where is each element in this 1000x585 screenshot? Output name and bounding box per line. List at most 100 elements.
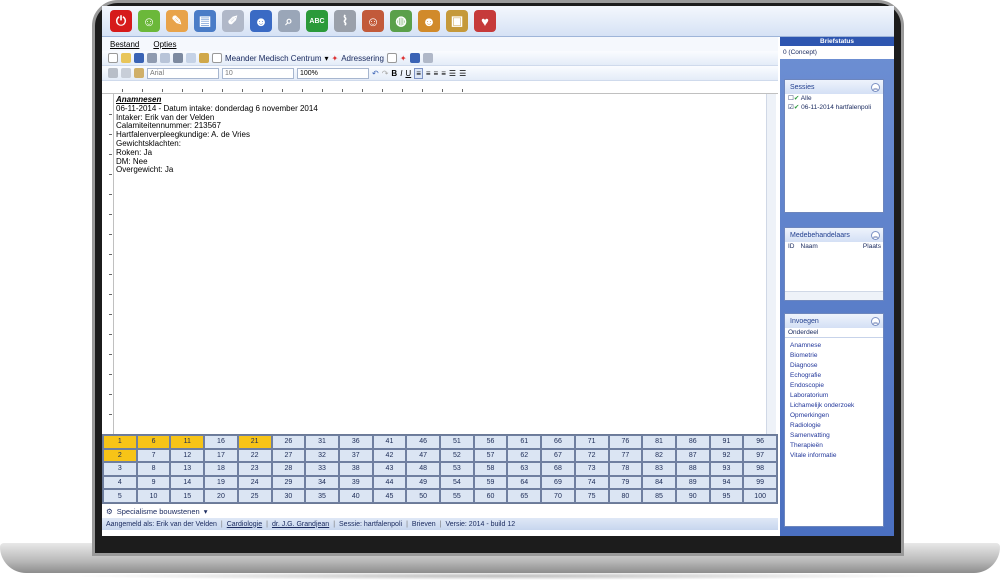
redo-icon[interactable]: ↷ <box>382 69 389 78</box>
group-icon[interactable]: ☻ <box>418 10 440 32</box>
grid-cell[interactable]: 24 <box>237 475 272 490</box>
invoegen-item[interactable]: Radiologie <box>785 421 883 431</box>
grid-cell[interactable]: 52 <box>440 448 474 463</box>
grid-cell[interactable]: 89 <box>675 475 710 490</box>
grid-cell[interactable]: 59 <box>473 475 508 490</box>
paste-icon-2[interactable] <box>134 68 144 78</box>
grid-cell[interactable]: 82 <box>642 448 676 463</box>
user-edit-icon[interactable]: ✎ <box>166 10 188 32</box>
grid-cell[interactable]: 75 <box>574 489 609 503</box>
grid-cell[interactable]: 11 <box>170 435 205 449</box>
grid-cell[interactable]: 90 <box>675 489 710 503</box>
menu-bestand[interactable]: Bestand <box>110 40 139 49</box>
grid-cell[interactable]: 29 <box>271 475 306 490</box>
status-doctor[interactable]: dr. J.G. Grandjean <box>272 521 329 528</box>
grid-cell[interactable]: 1 <box>103 435 137 449</box>
invoegen-item[interactable]: Therapieën <box>785 441 883 451</box>
size-select[interactable]: 10 <box>222 67 294 79</box>
session-item[interactable]: ☑✔ 06-11-2014 hartfalenpoli <box>785 103 883 112</box>
grid-cell[interactable]: 15 <box>170 489 205 503</box>
grid-cell[interactable]: 61 <box>507 435 542 449</box>
grid-cell[interactable]: 81 <box>642 435 676 449</box>
print-icon[interactable] <box>147 53 157 63</box>
grid-cell[interactable]: 93 <box>709 462 744 476</box>
open-icon[interactable] <box>121 53 131 63</box>
invoegen-item[interactable]: Opmerkingen <box>785 411 883 421</box>
grid-cell[interactable]: 98 <box>743 462 777 476</box>
grid-cell[interactable]: 99 <box>743 475 777 490</box>
grid-cell[interactable]: 22 <box>237 448 272 463</box>
document-body[interactable]: Anamnesen 06-11-2014 - Datum intake: don… <box>116 95 766 432</box>
numbered-list-icon[interactable]: ☰ <box>449 69 456 78</box>
grid-cell[interactable]: 48 <box>406 462 440 476</box>
grid-cell[interactable]: 56 <box>473 435 508 449</box>
specialisme-bar[interactable]: ⚙ Specialisme bouwstenen ▾ <box>102 504 778 518</box>
grid-cell[interactable]: 88 <box>675 462 710 476</box>
grid-cell[interactable]: 40 <box>338 489 373 503</box>
grid-cell[interactable]: 80 <box>608 489 643 503</box>
patient-icon[interactable]: ☺ <box>138 10 160 32</box>
grid-cell[interactable]: 5 <box>103 489 137 503</box>
chevron-down-icon[interactable]: ▾ <box>204 507 208 516</box>
grid-cell[interactable]: 34 <box>305 475 339 490</box>
grid-cell[interactable]: 85 <box>642 489 676 503</box>
grid-cell[interactable]: 38 <box>338 462 373 476</box>
preview-icon[interactable] <box>160 53 170 63</box>
grid-cell[interactable]: 86 <box>675 435 710 449</box>
zoom-select[interactable]: 100% <box>297 67 369 79</box>
pin-icon[interactable]: ✦ <box>332 54 339 63</box>
briefcase-icon[interactable]: ▣ <box>446 10 468 32</box>
grid-cell[interactable]: 6 <box>136 435 171 449</box>
grid-cell[interactable]: 4 <box>103 475 137 490</box>
grid-cell[interactable]: 42 <box>372 448 407 463</box>
grid-cell[interactable]: 58 <box>473 462 508 476</box>
grid-cell[interactable]: 76 <box>608 435 643 449</box>
grid-cell[interactable]: 19 <box>204 475 238 490</box>
cut-icon-2[interactable] <box>108 68 118 78</box>
grid-cell[interactable]: 83 <box>642 462 676 476</box>
grid-cell[interactable]: 55 <box>440 489 474 503</box>
justify-icon[interactable]: ≡ <box>441 69 446 78</box>
grid-cell[interactable]: 100 <box>743 489 777 503</box>
grid-cell[interactable]: 63 <box>507 462 542 476</box>
grid-cell[interactable]: 10 <box>136 489 171 503</box>
grid-cell[interactable]: 64 <box>507 475 542 490</box>
paperclip-icon[interactable]: ⌇ <box>334 10 356 32</box>
power-icon[interactable]: ⏻ <box>110 10 132 32</box>
grid-cell[interactable]: 70 <box>541 489 575 503</box>
grid-cell[interactable]: 50 <box>406 489 440 503</box>
document-scrollbar[interactable] <box>766 94 776 434</box>
grid-cell[interactable]: 44 <box>372 475 407 490</box>
grid-cell[interactable]: 16 <box>204 435 238 449</box>
invoegen-item[interactable]: Diagnose <box>785 361 883 371</box>
grid-cell[interactable]: 69 <box>541 475 575 490</box>
grid-cell[interactable]: 45 <box>372 489 407 503</box>
underline-button[interactable]: U <box>405 69 411 78</box>
grid-cell[interactable]: 35 <box>305 489 339 503</box>
grid-cell[interactable]: 21 <box>237 435 272 449</box>
horizontal-scrollbar[interactable] <box>785 291 883 300</box>
grid-cell[interactable]: 43 <box>372 462 407 476</box>
align-center-icon[interactable]: ≡ <box>426 69 431 78</box>
spellcheck-icon[interactable]: ABC <box>306 10 328 32</box>
grid-cell[interactable]: 94 <box>709 475 744 490</box>
copy-icon[interactable] <box>186 53 196 63</box>
grid-cell[interactable]: 41 <box>372 435 407 449</box>
grid-cell[interactable]: 97 <box>743 448 777 463</box>
grid-cell[interactable]: 74 <box>574 475 609 490</box>
grid-cell[interactable]: 53 <box>440 462 474 476</box>
undo-icon[interactable]: ↶ <box>372 69 379 78</box>
grid-cell[interactable]: 31 <box>305 435 339 449</box>
invoegen-item[interactable]: Biometrie <box>785 351 883 361</box>
invoegen-item[interactable]: Lichamelijk onderzoek <box>785 401 883 411</box>
export-icon[interactable] <box>422 53 433 63</box>
invoegen-item[interactable]: Samenvatting <box>785 431 883 441</box>
grid-cell[interactable]: 17 <box>204 448 238 463</box>
heart-icon[interactable]: ♥ <box>474 10 496 32</box>
collapse-icon[interactable]: ︽ <box>871 230 880 240</box>
grid-cell[interactable]: 12 <box>170 448 205 463</box>
grid-cell[interactable]: 71 <box>574 435 609 449</box>
info-icon[interactable] <box>409 53 420 63</box>
grid-cell[interactable]: 39 <box>338 475 373 490</box>
grid-cell[interactable]: 78 <box>608 462 643 476</box>
